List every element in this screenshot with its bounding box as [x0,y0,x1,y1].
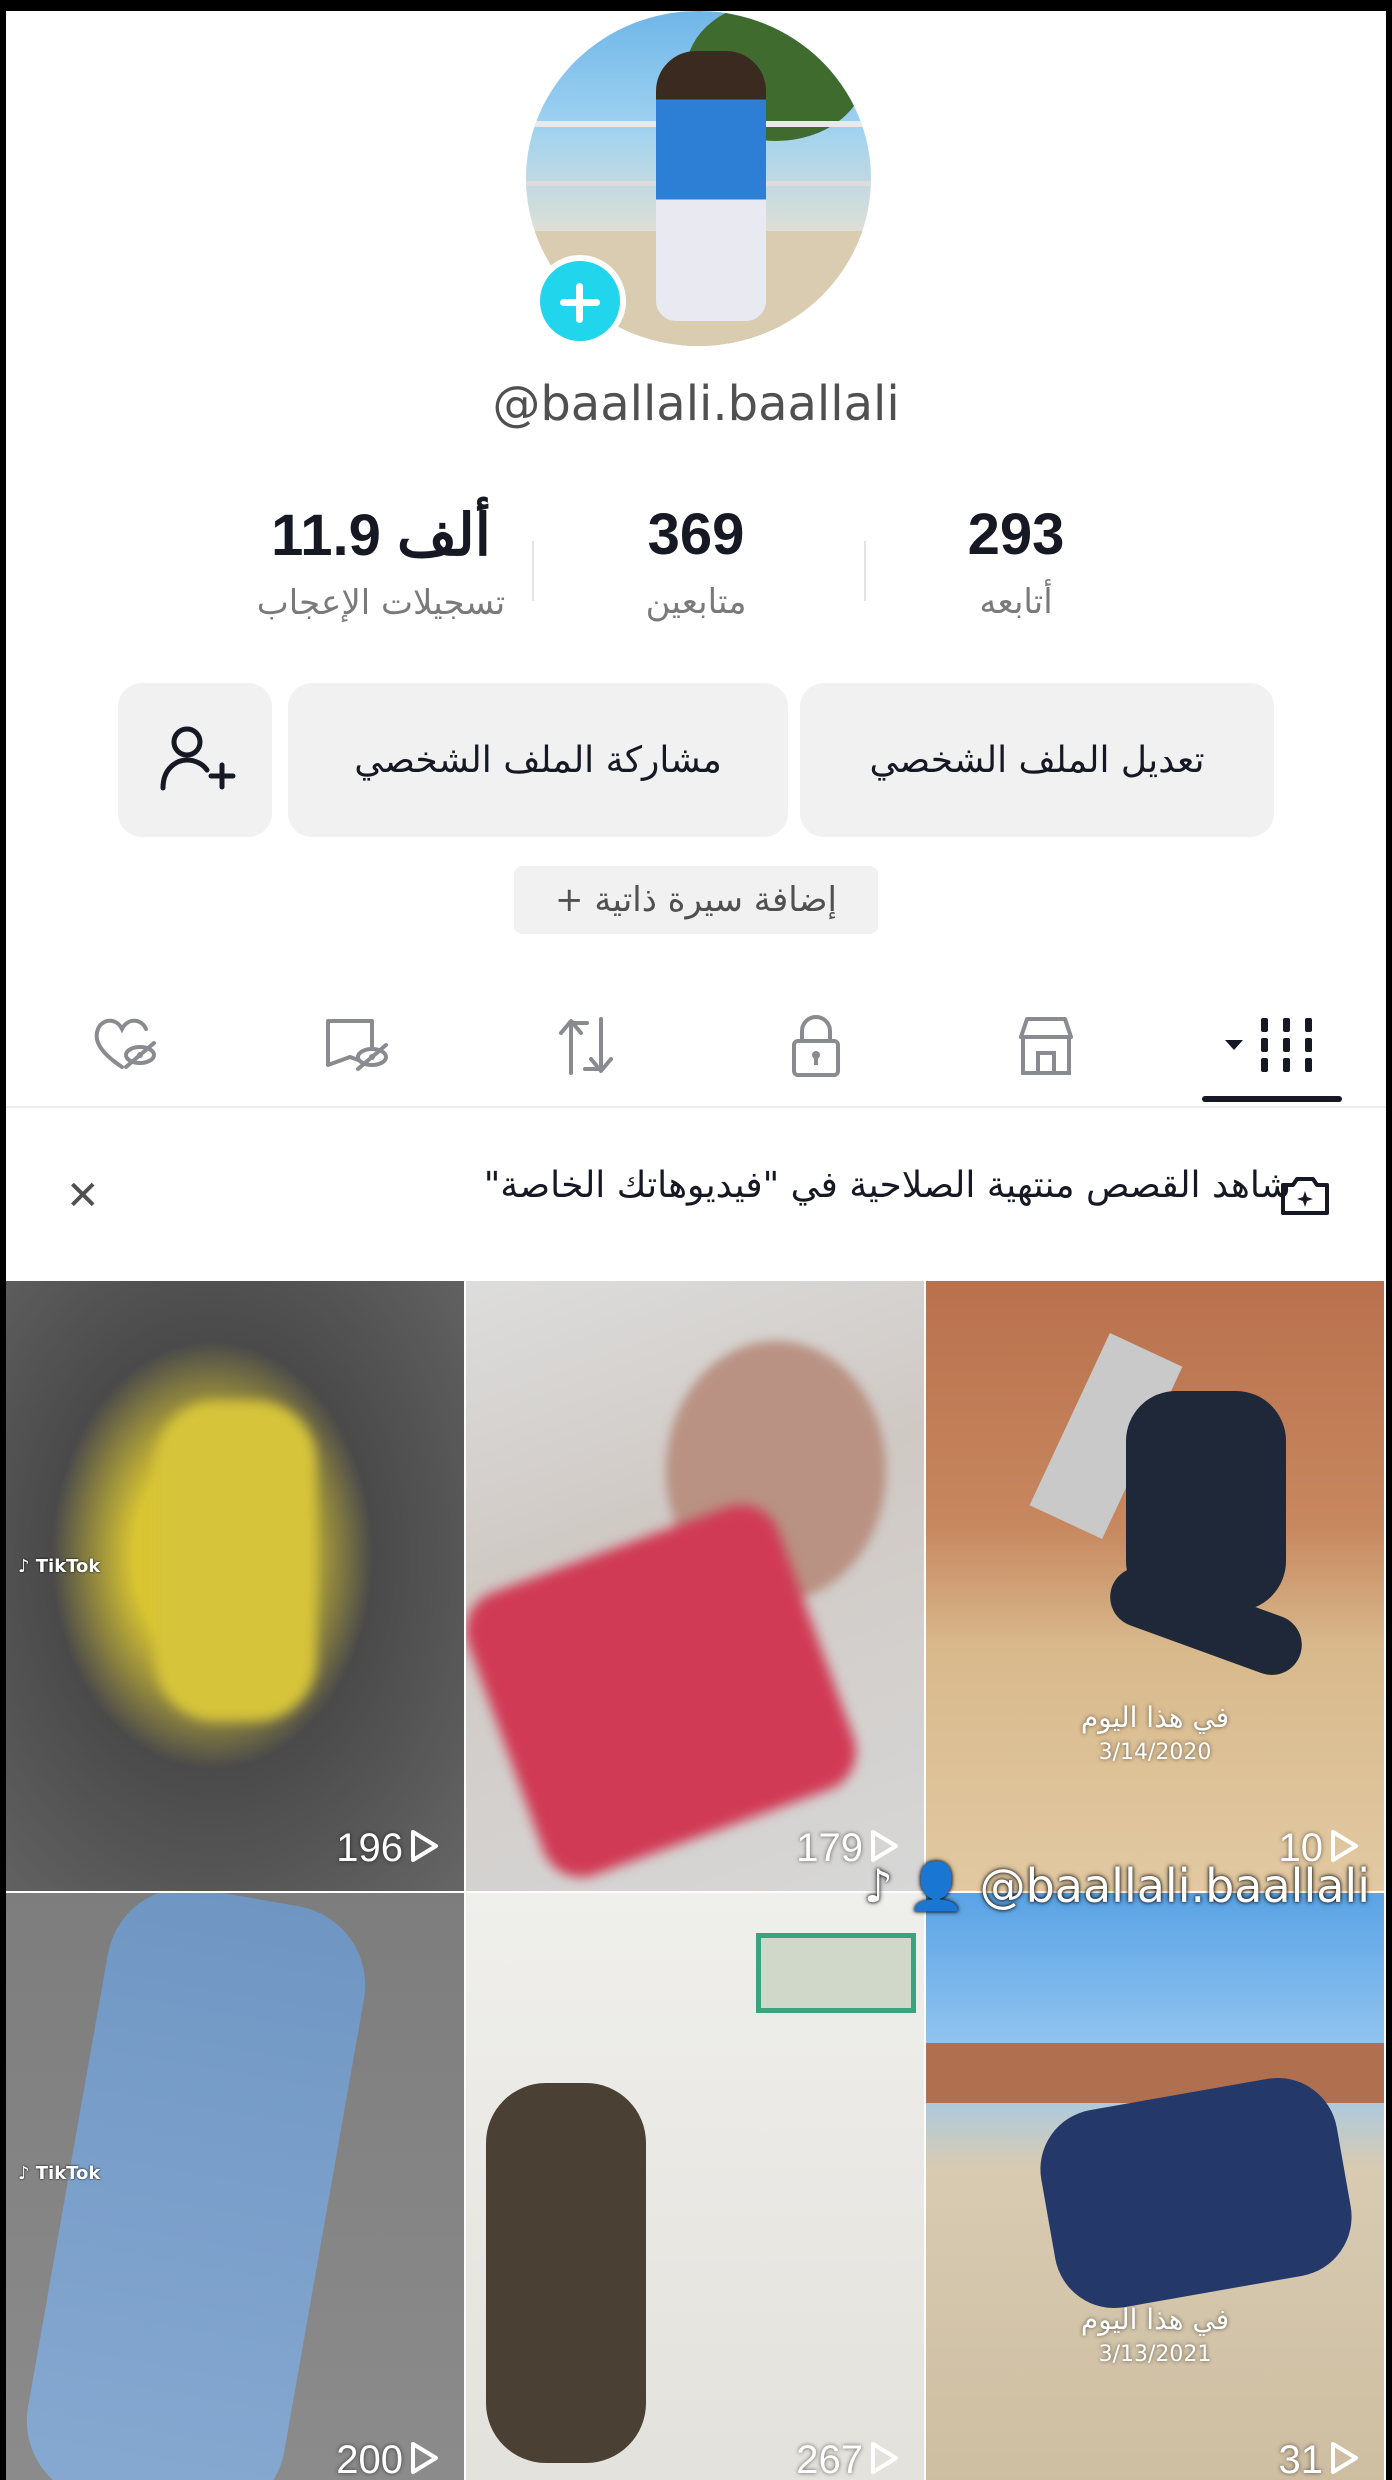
edit-profile-button[interactable]: تعديل الملف الشخصي [800,683,1274,837]
lock-icon [792,1015,840,1077]
favorites-hidden-icon [326,1019,388,1071]
add-user-icon [160,726,236,791]
play-icon [1329,2440,1359,2480]
tiktok-logo-icon: ♪ TikTok [18,1556,101,1577]
following-stat[interactable]: 293 أتابعه [906,501,1126,622]
on-this-day-overlay: في هذا اليوم 3/13/2021 [1080,2303,1230,2367]
view-count: 31 [926,2438,1359,2480]
video-thumbnail[interactable]: في هذا اليوم 3/13/2021 31 [926,1893,1384,2480]
user-icon: 👤 [907,1859,965,1913]
play-icon [869,2440,899,2480]
following-count: 293 [967,502,1065,567]
video-thumbnail[interactable]: 267 [466,1893,924,2480]
close-icon[interactable]: ✕ [66,1173,100,1219]
liked-hidden-icon [94,1018,156,1069]
banner-message: شاهد القصص منتهية الصلاحية في "فيديوهاتك… [483,1165,1291,1206]
avatar-person [656,51,766,321]
following-label: أتابعه [979,582,1053,622]
video-thumbnail[interactable]: ♪ TikTok 200 [6,1893,464,2480]
tab-liked[interactable] [66,996,186,1096]
tab-private[interactable] [756,996,876,1096]
videos-grid-icon [1225,1018,1312,1072]
profile-username: @baallali.baallali [492,376,900,432]
shop-icon [1019,1017,1073,1075]
add-friends-button[interactable] [118,683,272,837]
active-tab-indicator [1202,1096,1342,1102]
view-count: 267 [466,2438,899,2480]
likes-stat[interactable]: 11.9 ألف تسجيلات الإعجاب [196,501,566,623]
video-thumbnail[interactable]: في هذا اليوم 3/14/2020 10 [926,1281,1384,1891]
tiktok-logo-icon: ♪ [863,1859,894,1913]
profile-screen: @baallali.baallali 293 أتابعه 369 متابعي… [6,11,1386,2480]
play-icon [409,2440,439,2480]
on-this-day-overlay: في هذا اليوم 3/14/2020 [1080,1701,1230,1765]
video-thumbnail[interactable]: 179 [466,1281,924,1891]
likes-count: 11.9 ألف [271,503,491,568]
tab-videos[interactable] [1212,996,1332,1096]
expired-stories-banner[interactable]: شاهد القصص منتهية الصلاحية في "فيديوهاتك… [6,1111,1386,1286]
add-bio-button[interactable]: + إضافة سيرة ذاتية [514,866,878,934]
profile-tabs [6,996,1386,1106]
tiktok-watermark: ♪ 👤 @baallali.baallali [863,1859,1370,1913]
stat-divider [864,541,866,601]
view-count: 196 [6,1826,439,1873]
view-count: 179 [466,1826,899,1873]
tab-favorites[interactable] [296,996,416,1096]
followers-stat[interactable]: 369 متابعين [586,501,806,622]
share-profile-button[interactable]: مشاركة الملف الشخصي [288,683,788,837]
view-count: 200 [6,2438,439,2480]
tab-shop[interactable] [986,996,1106,1096]
followers-label: متابعين [645,582,747,622]
video-thumbnail[interactable]: ♪ TikTok 196 [6,1281,464,1891]
add-story-plus-icon[interactable] [534,255,626,347]
likes-label: تسجيلات الإعجاب [256,583,506,623]
repost-icon [559,1017,613,1075]
followers-count: 369 [647,502,745,567]
tabs-divider [6,1106,1386,1108]
tab-reposts[interactable] [526,996,646,1096]
tiktok-logo-icon: ♪ TikTok [18,2163,101,2184]
play-icon [409,1828,439,1873]
